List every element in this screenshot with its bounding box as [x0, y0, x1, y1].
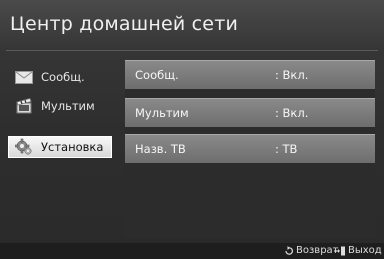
setting-label: Мультим: [135, 106, 189, 120]
film-icon: [13, 97, 35, 115]
sidebar-item-multimedia[interactable]: Мультим: [8, 95, 112, 117]
setting-label: Сообщ.: [135, 68, 179, 82]
header-divider: [6, 50, 378, 51]
setting-value: : Вкл.: [275, 106, 309, 120]
setting-row-tv-name[interactable]: Назв. ТВ : ТВ: [125, 134, 375, 163]
home-network-center-screen: Центр домашней сети Сообщ. Мультим Устан…: [0, 0, 384, 259]
sidebar-item-messages[interactable]: Сообщ.: [8, 66, 112, 88]
page-title: Центр домашней сети: [10, 13, 239, 35]
return-arrow-icon: [284, 245, 294, 256]
footer-help-bar: Возврат Выход: [0, 243, 384, 259]
sidebar-item-label: Мультим: [41, 99, 95, 113]
exit-label: Выход: [348, 245, 382, 256]
setting-value: : ТВ: [275, 142, 298, 156]
sidebar-item-setup[interactable]: Установка: [8, 136, 112, 158]
exit-button[interactable]: Выход: [334, 245, 382, 256]
setting-value: : Вкл.: [275, 68, 309, 82]
setting-row-messages[interactable]: Сообщ. : Вкл.: [125, 60, 375, 89]
exit-icon: [334, 246, 346, 256]
settings-panel: Сообщ. : Вкл. Мультим : Вкл. Назв. ТВ : …: [125, 60, 375, 238]
gear-icon: [13, 138, 35, 156]
sidebar-item-label: Сообщ.: [41, 70, 85, 84]
envelope-icon: [13, 68, 35, 86]
setting-label: Назв. ТВ: [135, 142, 186, 156]
sidebar-item-label: Установка: [41, 140, 104, 154]
return-button[interactable]: Возврат: [284, 245, 339, 256]
header: Центр домашней сети: [0, 0, 384, 50]
setting-row-multimedia[interactable]: Мультим : Вкл.: [125, 98, 375, 127]
return-label: Возврат: [296, 245, 339, 256]
